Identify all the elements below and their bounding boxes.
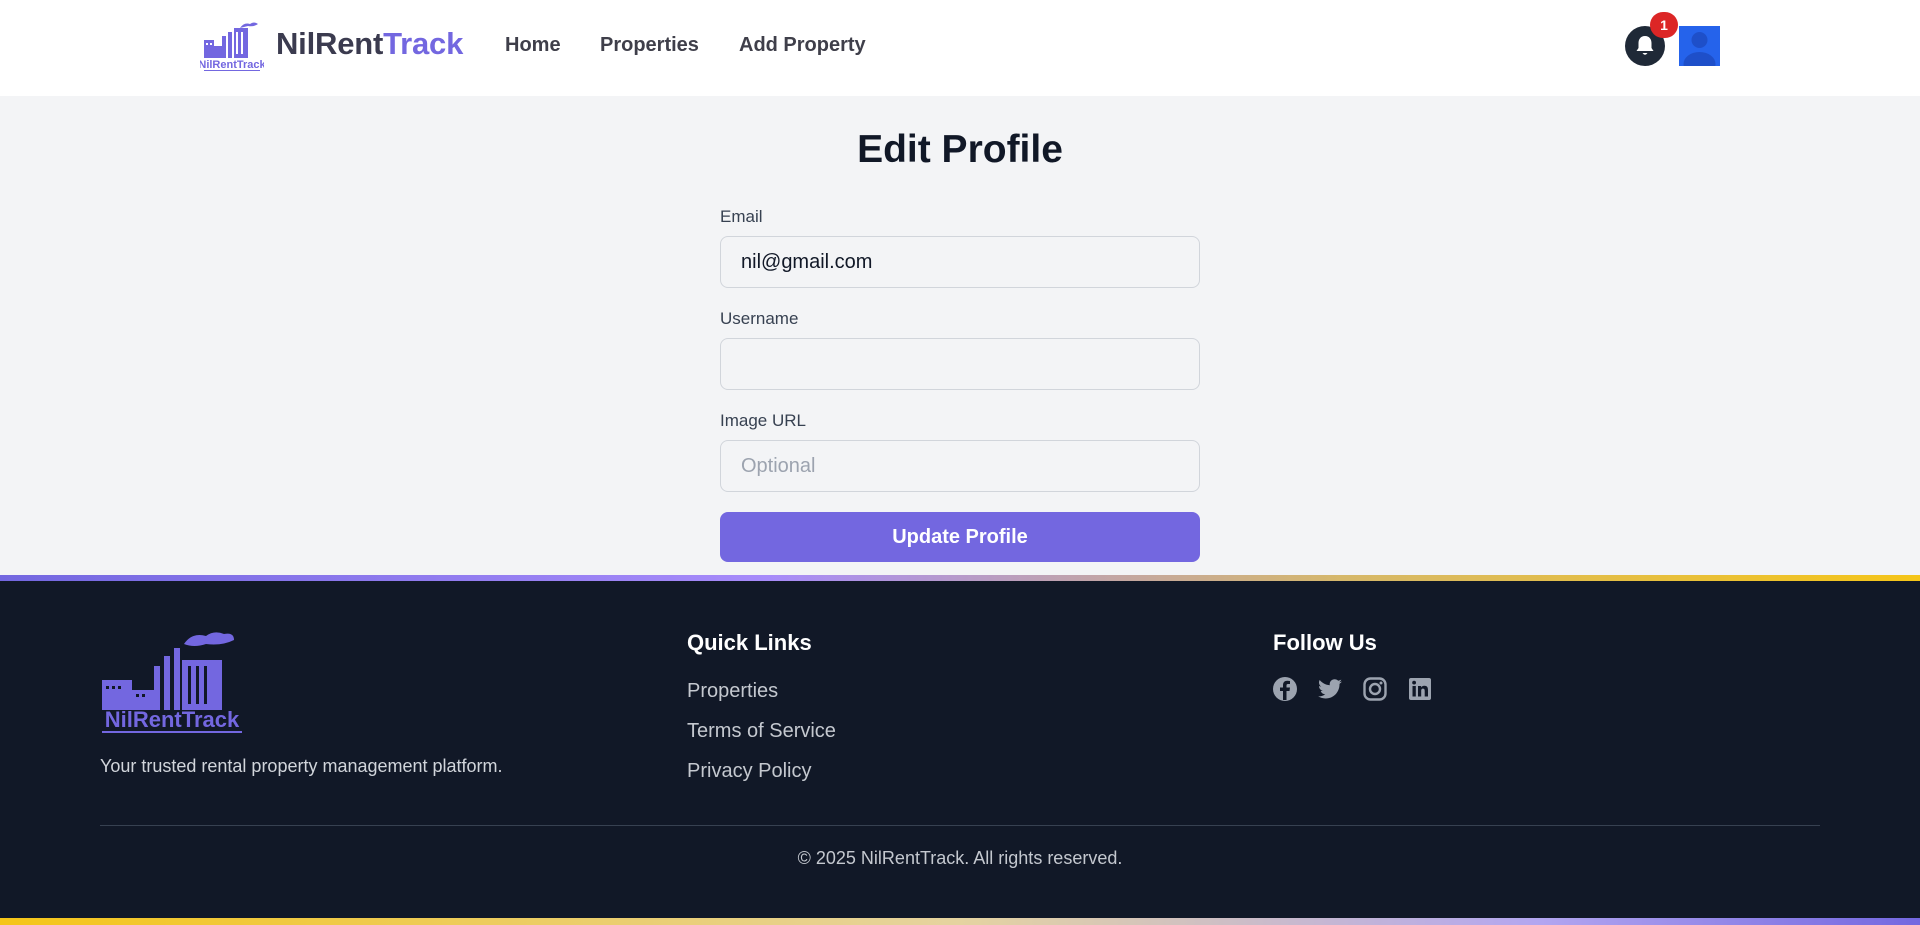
image-url-label: Image URL bbox=[720, 411, 806, 430]
nav-add-property[interactable]: Add Property bbox=[739, 34, 866, 57]
quick-links-heading: Quick Links bbox=[687, 630, 812, 655]
username-label: Username bbox=[720, 309, 799, 328]
brand-accent: Track bbox=[383, 26, 464, 61]
svg-text:NilRentTrack: NilRentTrack bbox=[105, 707, 240, 732]
factory-logo-icon: NilRentTrack bbox=[102, 632, 242, 733]
page-title: Edit Profile bbox=[857, 128, 1063, 171]
username-field[interactable] bbox=[720, 338, 1200, 390]
user-avatar[interactable] bbox=[1679, 26, 1720, 66]
footer-tagline: Your trusted rental property management … bbox=[100, 756, 503, 776]
brand-primary: NilRent bbox=[276, 26, 384, 61]
user-silhouette-icon bbox=[1683, 32, 1716, 66]
facebook-icon[interactable] bbox=[1272, 676, 1298, 702]
update-profile-button[interactable]: Update Profile bbox=[720, 512, 1200, 562]
site-logo[interactable]: NilRentTrack bbox=[198, 20, 267, 72]
follow-us-heading: Follow Us bbox=[1273, 630, 1377, 655]
footer-link-terms[interactable]: Terms of Service bbox=[687, 720, 836, 743]
site-header: NilRentTrack NilRentTrack Home Propertie… bbox=[0, 0, 1920, 96]
twitter-icon[interactable] bbox=[1317, 676, 1343, 702]
email-label: Email bbox=[720, 207, 763, 226]
footer-bottom-accent-bar bbox=[0, 918, 1920, 925]
factory-logo-icon: NilRentTrack bbox=[198, 22, 267, 71]
copyright-text: © 2025 NilRentTrack. All rights reserved… bbox=[797, 848, 1123, 868]
linkedin-icon[interactable] bbox=[1407, 676, 1433, 702]
nav-properties[interactable]: Properties bbox=[600, 34, 699, 57]
bell-icon bbox=[1636, 36, 1654, 55]
svg-text:NilRentTrack: NilRentTrack bbox=[200, 59, 264, 71]
brand-name[interactable]: NilRentTrack bbox=[276, 26, 463, 62]
instagram-icon[interactable] bbox=[1362, 676, 1388, 702]
footer-link-privacy[interactable]: Privacy Policy bbox=[687, 760, 811, 783]
image-url-field[interactable] bbox=[720, 440, 1200, 492]
nav-home[interactable]: Home bbox=[505, 34, 561, 57]
footer-logo: NilRentTrack bbox=[100, 630, 246, 734]
email-field[interactable] bbox=[720, 236, 1200, 288]
footer-link-properties[interactable]: Properties bbox=[687, 680, 778, 703]
notification-count-badge: 1 bbox=[1650, 12, 1678, 38]
footer-divider bbox=[100, 825, 1820, 826]
